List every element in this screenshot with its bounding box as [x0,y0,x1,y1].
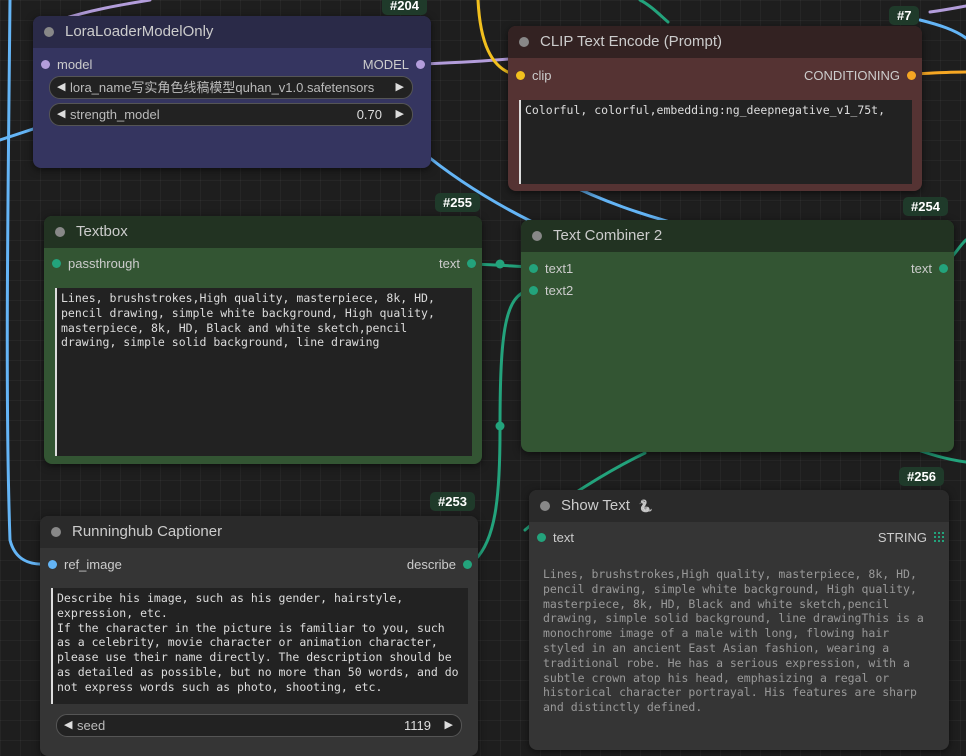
captioner-node-badge: #253 [430,492,475,511]
passthrough-input[interactable]: passthrough [48,256,140,271]
snake-icon: 🐍 [638,499,654,513]
textbox-node-title-bar[interactable]: Textbox [44,216,482,248]
show-text-node[interactable]: Show Text 🐍 text STRING Lines, brushstro… [529,490,949,750]
combiner-node-title: Text Combiner 2 [553,227,663,244]
teal-dot-icon [537,533,546,542]
grid-icon [934,532,944,542]
textbox-node[interactable]: Textbox passthrough text Lines, brushstr… [44,216,482,464]
lora-model-output[interactable]: MODEL [363,57,429,72]
text2-input[interactable]: text2 [525,283,573,298]
teal-dot-icon [529,264,538,273]
lora-node-title: LoraLoaderModelOnly [65,23,214,40]
combiner-text-output[interactable]: text [911,261,952,276]
arrow-right-icon[interactable]: ▶ [396,77,404,98]
clip-node-badge: #7 [889,6,920,25]
showtext-text-input[interactable]: text [533,530,574,545]
lora-node-title-bar[interactable]: LoraLoaderModelOnly [33,16,431,48]
yellow-dot-icon [516,71,525,80]
collapse-dot-icon[interactable] [532,231,542,241]
arrow-left-icon[interactable]: ◀ [64,715,72,736]
arrow-left-icon[interactable]: ◀ [57,104,65,125]
wire-teal-top [638,0,670,24]
arrow-left-icon[interactable]: ◀ [57,77,65,98]
wire-purple-model [422,56,522,66]
textbox-textarea[interactable]: Lines, brushstrokes,High quality, master… [55,288,472,456]
lora-node-badge: #204 [382,0,427,15]
arrow-right-icon[interactable]: ▶ [445,715,453,736]
text1-input[interactable]: text1 [525,261,573,276]
lora-name-combo[interactable]: ◀ lora_name写实角色线稿模型quhan_v1.0.safetensor… [49,76,413,99]
textbox-node-title: Textbox [76,223,128,240]
teal-dot-icon [529,286,538,295]
showtext-node-title-bar[interactable]: Show Text 🐍 [529,490,949,522]
textbox-node-badge: #255 [435,193,480,212]
teal-dot-icon [52,259,61,268]
reroute-dot-2[interactable] [495,421,505,431]
ref-image-input[interactable]: ref_image [44,557,122,572]
wire-blue-right [918,18,966,40]
teal-dot-icon [463,560,472,569]
showtext-output-textarea: Lines, brushstrokes,High quality, master… [539,564,939,744]
lora-loader-node[interactable]: LoraLoaderModelOnly model MODEL ◀ lora_n… [33,16,431,168]
conditioning-output[interactable]: CONDITIONING [804,68,920,83]
reroute-dot-1[interactable] [495,259,505,269]
captioner-node[interactable]: Runninghub Captioner ref_image describe … [40,516,478,756]
seed-widget[interactable]: ◀ seed 1119 ▶ [56,714,462,737]
orange-dot-icon [907,71,916,80]
blue-dot-icon [48,560,57,569]
purple-dot-icon [41,60,50,69]
collapse-dot-icon[interactable] [519,37,529,47]
clip-node-title: CLIP Text Encode (Prompt) [540,33,723,50]
combiner-node-badge: #254 [903,197,948,216]
describe-output[interactable]: describe [407,557,476,572]
teal-dot-icon [467,259,476,268]
lora-model-input[interactable]: model [37,57,92,72]
combiner-node-title-bar[interactable]: Text Combiner 2 [521,220,954,252]
collapse-dot-icon[interactable] [55,227,65,237]
captioner-node-title: Runninghub Captioner [72,523,223,540]
textbox-text-output[interactable]: text [439,256,480,271]
strength-model-slider[interactable]: ◀ strength_model 0.70 ▶ [49,103,413,126]
clip-node-title-bar[interactable]: CLIP Text Encode (Prompt) [508,26,922,58]
text-combiner-node[interactable]: Text Combiner 2 text1 text2 text [521,220,954,452]
collapse-dot-icon[interactable] [44,27,54,37]
showtext-node-title: Show Text [561,497,630,514]
arrow-right-icon[interactable]: ▶ [396,104,404,125]
showtext-node-badge: #256 [899,467,944,486]
collapse-dot-icon[interactable] [51,527,61,537]
wire-purple-right [928,4,966,14]
captioner-node-title-bar[interactable]: Runninghub Captioner [40,516,478,548]
purple-dot-icon [416,60,425,69]
clip-prompt-textarea[interactable]: Colorful, colorful,embedding:ng_deepnega… [519,100,912,184]
clip-input[interactable]: clip [512,68,552,83]
clip-text-encode-node[interactable]: CLIP Text Encode (Prompt) clip CONDITION… [508,26,922,191]
teal-dot-icon [939,264,948,273]
showtext-string-output[interactable]: STRING [878,530,947,545]
collapse-dot-icon[interactable] [540,501,550,511]
captioner-prompt-textarea[interactable]: Describe his image, such as his gender, … [51,588,468,704]
